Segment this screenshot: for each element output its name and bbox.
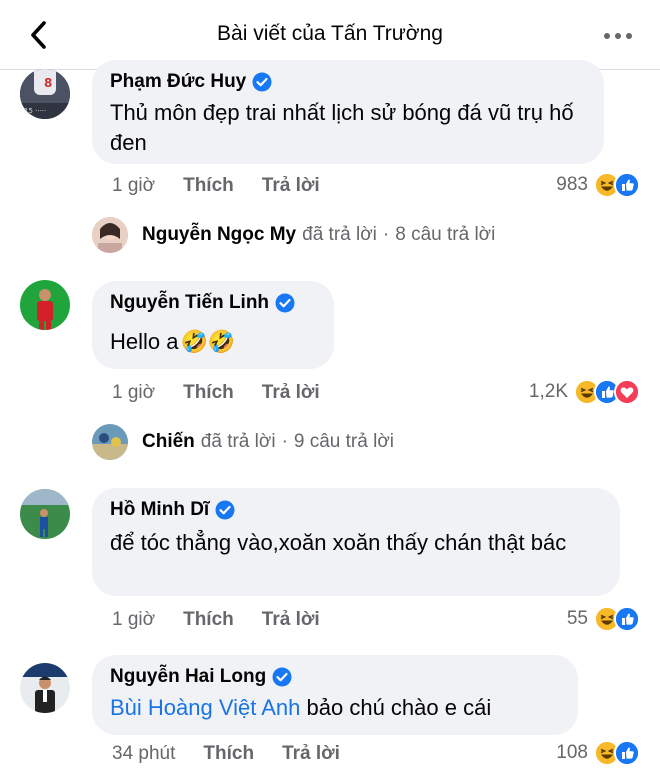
like-reaction-icon [614, 606, 640, 632]
reaction-count: 55 [566, 608, 588, 629]
comment-time[interactable]: 1 giờ [112, 175, 155, 197]
comment-actions: 34 phút Thích Trả lời [112, 741, 340, 767]
comment-author[interactable]: Nguyễn Tiến Linh [110, 292, 269, 314]
comment-time[interactable]: 1 giờ [112, 609, 155, 631]
comment-bubble[interactable]: Nguyễn Tiến Linh Hello a 🤣🤣 [92, 281, 334, 369]
avatar[interactable] [20, 663, 70, 713]
reaction-count: 983 [556, 174, 588, 195]
comment-time[interactable]: 34 phút [112, 743, 175, 765]
comment-text: Bùi Hoàng Việt Anh bảo chú chào e cái [110, 693, 560, 723]
comment-actions: 1 giờ Thích Trả lời [112, 173, 320, 199]
reaction-summary[interactable]: 55 [567, 606, 640, 632]
user-mention-link[interactable]: Bùi Hoàng Việt Anh [110, 695, 300, 720]
reply-action-text: đã trả lời [200, 431, 276, 452]
verified-badge-icon [272, 667, 292, 687]
view-replies-link[interactable]: Chiến đã trả lời · 9 câu trả lời [92, 424, 394, 460]
reply-count: 9 câu trả lời [293, 431, 395, 452]
reaction-count: 1,2K [528, 381, 568, 402]
comment-text: Hello a 🤣🤣 [110, 327, 316, 357]
comment-text-content: bảo chú chào e cái [300, 695, 492, 720]
separator-dot: · [281, 431, 288, 452]
comment-author[interactable]: Nguyễn Hai Long [110, 666, 266, 688]
comment-bubble[interactable]: Phạm Đức Huy Thủ môn đẹp trai nhất lịch … [92, 60, 604, 164]
more-options-button[interactable] [598, 22, 638, 50]
like-button[interactable]: Thích [183, 175, 234, 197]
separator-dot: · [382, 224, 390, 245]
avatar [92, 217, 128, 253]
avatar [92, 424, 128, 460]
reply-action-text: đã trả lời [302, 224, 377, 245]
rofl-emoji-icon: 🤣🤣 [180, 329, 236, 354]
love-reaction-icon [614, 379, 640, 405]
comment-text: để tóc thẳng vào,xoăn xoăn thấy chán thậ… [110, 530, 567, 555]
comment-author[interactable]: Hồ Minh Dĩ [110, 499, 209, 521]
svg-text:8: 8 [44, 76, 52, 90]
verified-badge-icon [215, 500, 235, 520]
comment-text-content: Hello a [110, 329, 179, 354]
verified-badge-icon [252, 72, 272, 92]
comment-bubble[interactable]: Nguyễn Hai Long Bùi Hoàng Việt Anh bảo c… [92, 655, 578, 735]
comment-bubble[interactable]: Hồ Minh Dĩ để tóc thẳng vào,xoăn xoăn th… [92, 488, 620, 596]
like-button[interactable]: Thích [183, 382, 234, 404]
reply-button[interactable]: Trả lời [262, 609, 320, 631]
like-button[interactable]: Thích [183, 609, 234, 631]
reply-author: Nguyễn Ngọc My [142, 224, 297, 245]
comment-author[interactable]: Phạm Đức Huy [110, 71, 246, 93]
like-button[interactable]: Thích [203, 743, 254, 765]
reaction-count: 108 [556, 742, 588, 763]
reply-button[interactable]: Trả lời [282, 743, 340, 765]
comment-actions: 1 giờ Thích Trả lời [112, 607, 320, 633]
view-replies-link[interactable]: Nguyễn Ngọc My đã trả lời · 8 câu trả lờ… [92, 217, 495, 253]
comment-actions: 1 giờ Thích Trả lời [112, 380, 320, 406]
like-reaction-icon [614, 740, 640, 766]
reaction-summary[interactable]: 1,2K [529, 379, 640, 405]
reply-button[interactable]: Trả lời [262, 382, 320, 404]
comment-time[interactable]: 1 giờ [112, 382, 155, 404]
avatar[interactable] [20, 489, 70, 539]
svg-text:15 ·····: 15 ····· [24, 107, 46, 115]
page-title: Bài viết của Tấn Trường [217, 22, 443, 45]
like-reaction-icon [614, 172, 640, 198]
more-options-icon [604, 33, 632, 39]
reply-author: Chiến [142, 431, 195, 452]
avatar[interactable] [20, 280, 70, 330]
verified-badge-icon [275, 293, 295, 313]
reaction-summary[interactable]: 983 [556, 172, 640, 198]
avatar[interactable]: 8 15 ····· [20, 69, 70, 119]
reply-count: 8 câu trả lời [395, 224, 496, 245]
reply-button[interactable]: Trả lời [262, 175, 320, 197]
reaction-summary[interactable]: 108 [556, 740, 640, 766]
comment-text: Thủ môn đẹp trai nhất lịch sử bóng đá vũ… [110, 100, 574, 155]
